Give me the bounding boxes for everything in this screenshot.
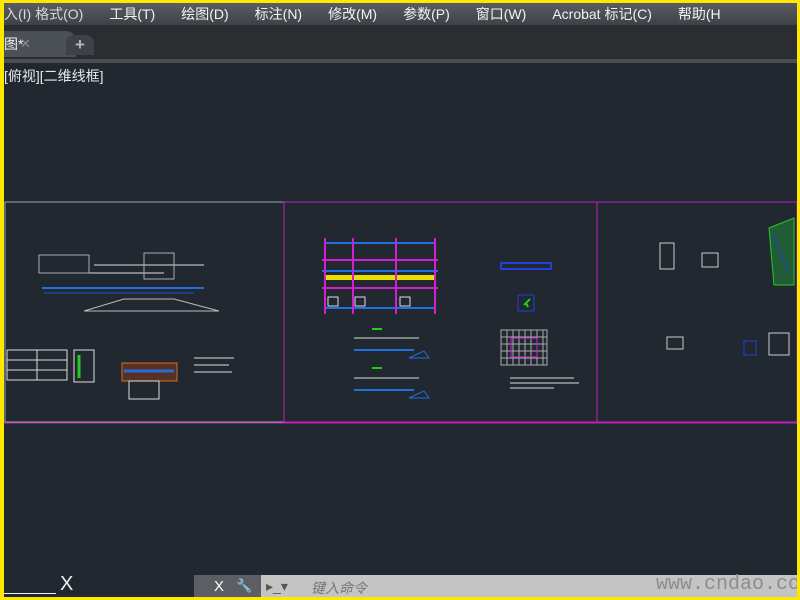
command-input[interactable] xyxy=(309,579,613,597)
ucs-axis-line xyxy=(4,593,56,594)
sheet-right xyxy=(596,201,797,423)
autocad-window: 入(I) 格式(O) 工具(T) 绘图(D) 标注(N) 修改(M) 参数(P)… xyxy=(4,3,797,597)
sheet-left xyxy=(4,201,285,423)
left-table xyxy=(6,349,95,383)
sheet-middle xyxy=(283,201,598,423)
left-section-drawing xyxy=(38,252,220,312)
middle-details xyxy=(500,262,579,389)
left-detail xyxy=(121,357,234,400)
watermark: www.cndao.com xyxy=(656,573,797,596)
middle-plan xyxy=(322,238,438,314)
command-history-button[interactable]: ▸_▾ xyxy=(266,578,288,595)
command-tools: X 🔧 xyxy=(194,575,261,597)
wrench-icon[interactable]: 🔧 xyxy=(236,578,252,594)
close-icon[interactable]: X xyxy=(214,578,224,595)
right-details xyxy=(659,217,795,356)
ucs-x-label: X xyxy=(60,573,74,595)
drawing-canvas[interactable] xyxy=(4,3,797,597)
middle-sections xyxy=(354,328,430,399)
